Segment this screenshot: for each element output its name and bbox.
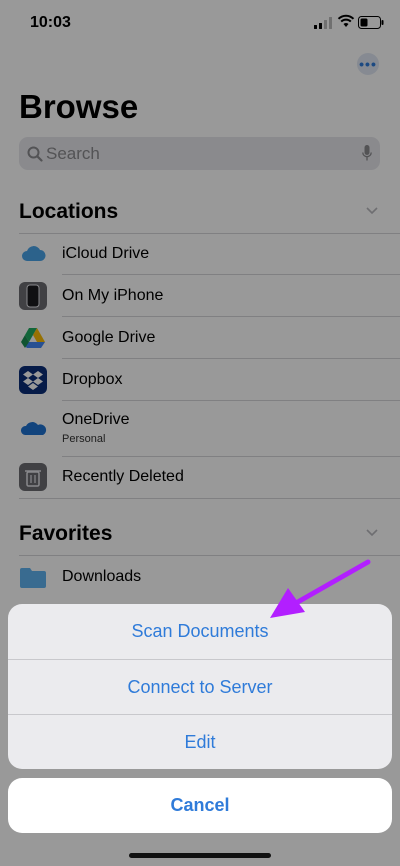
connect-to-server-button[interactable]: Connect to Server	[8, 660, 392, 715]
edit-button[interactable]: Edit	[8, 715, 392, 769]
action-sheet: Scan Documents Connect to Server Edit	[8, 604, 392, 769]
scan-documents-button[interactable]: Scan Documents	[8, 604, 392, 659]
home-indicator	[129, 853, 271, 858]
cancel-button[interactable]: Cancel	[8, 778, 392, 833]
files-browse-screen: 10:03 ••• Browse Search Locations iCloud…	[0, 0, 400, 866]
